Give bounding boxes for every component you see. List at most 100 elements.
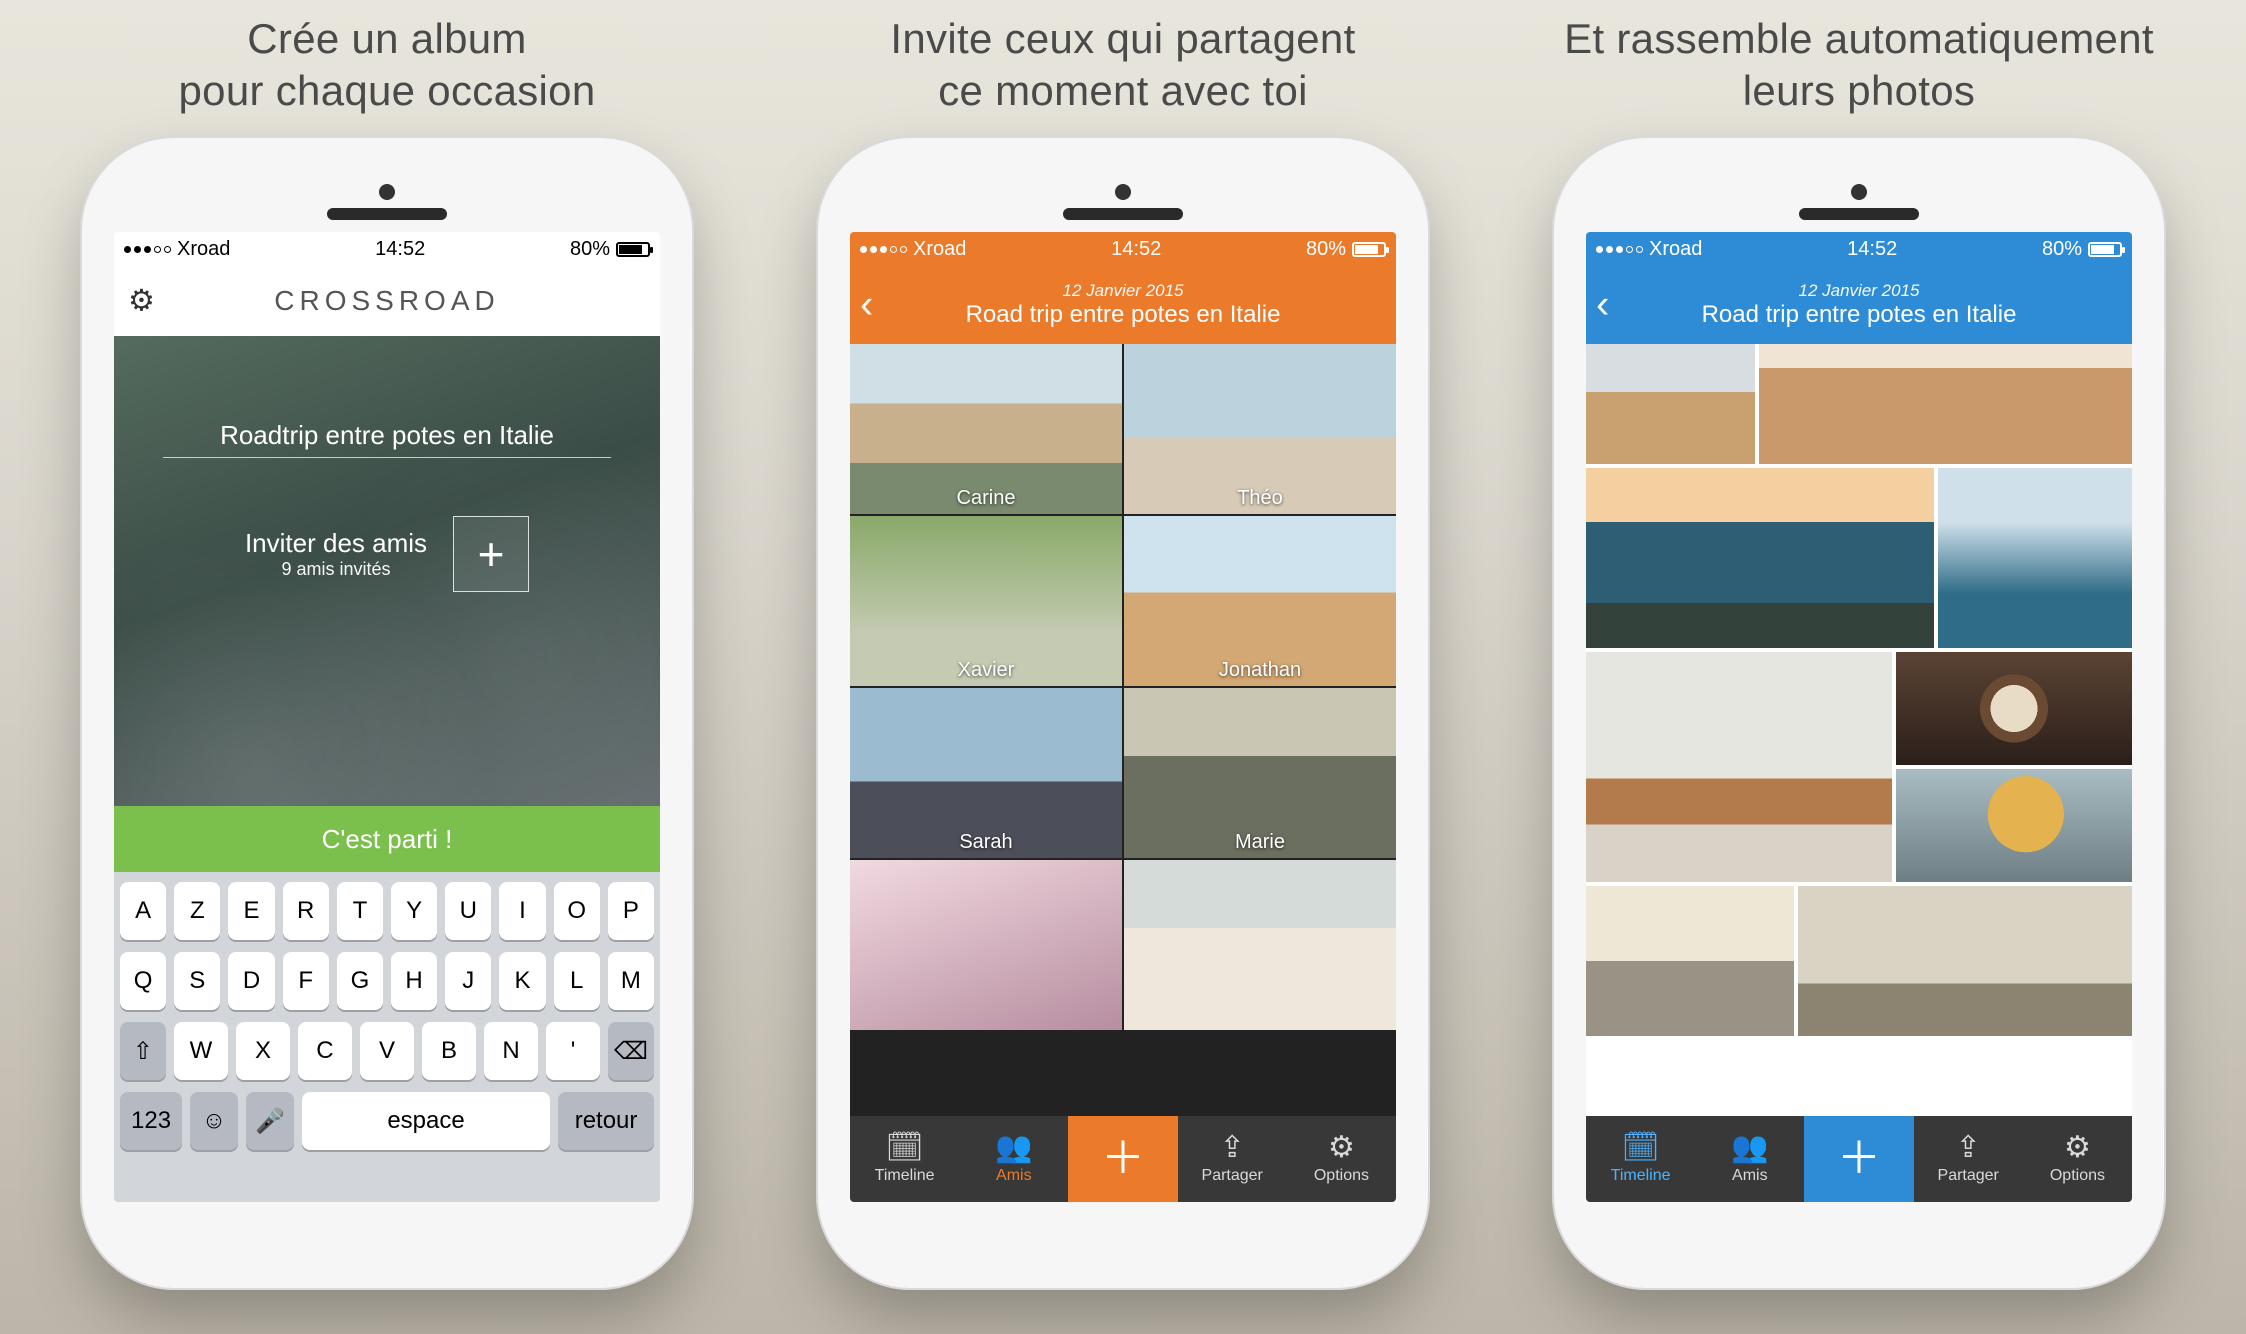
key[interactable]: ' xyxy=(546,1022,600,1080)
photo-tile[interactable] xyxy=(1938,468,2132,648)
numbers-key[interactable]: 123 xyxy=(120,1092,182,1150)
key[interactable]: M xyxy=(608,952,654,1010)
screen-create-album: Xroad 14:52 80% ⚙ CROSSROAD Roadtrip ent… xyxy=(114,232,660,1202)
tab-bar: 🗓Timeline 👥Amis ＋ ⇪Partager ⚙Options xyxy=(850,1116,1396,1202)
friends-grid[interactable]: Carine Théo Xavier Jonathan Sarah Marie xyxy=(850,344,1396,1116)
backspace-key[interactable]: ⌫ xyxy=(608,1022,654,1080)
status-bar: Xroad 14:52 80% xyxy=(850,232,1396,266)
photo-tile[interactable] xyxy=(1586,652,1892,882)
key[interactable]: P xyxy=(608,882,654,940)
key[interactable]: U xyxy=(445,882,491,940)
promo-panel-3: Et rassemble automatiquement leurs photo… xyxy=(1519,10,2199,1334)
photo-tile[interactable] xyxy=(1896,652,2132,882)
photo-tile[interactable] xyxy=(1586,468,1934,648)
friends-icon: 👥 xyxy=(995,1133,1032,1163)
key[interactable]: D xyxy=(228,952,274,1010)
tab-options[interactable]: ⚙Options xyxy=(2023,1116,2132,1202)
promo-text-2: Invite ceux qui partagent ce moment avec… xyxy=(890,10,1355,120)
key[interactable]: J xyxy=(445,952,491,1010)
screen-photo-timeline: Xroad 14:52 80% ‹ 12 Janvier 2015 Road t… xyxy=(1586,232,2132,1202)
key[interactable]: W xyxy=(174,1022,228,1080)
key[interactable]: R xyxy=(283,882,329,940)
key[interactable]: F xyxy=(283,952,329,1010)
battery-label: 80% xyxy=(2042,238,2082,261)
carrier-label: Xroad xyxy=(1649,238,1702,261)
app-title: CROSSROAD xyxy=(274,285,499,317)
tab-bar: 🗓Timeline 👥Amis ＋ ⇪Partager ⚙Options xyxy=(1586,1116,2132,1202)
key[interactable]: B xyxy=(422,1022,476,1080)
friend-tile[interactable] xyxy=(850,860,1122,1030)
key[interactable]: G xyxy=(337,952,383,1010)
key[interactable]: L xyxy=(554,952,600,1010)
shift-key[interactable]: ⇧ xyxy=(120,1022,166,1080)
key[interactable]: Q xyxy=(120,952,166,1010)
promo-text-3: Et rassemble automatiquement leurs photo… xyxy=(1564,10,2154,120)
return-key[interactable]: retour xyxy=(558,1092,654,1150)
album-date: 12 Janvier 2015 xyxy=(1799,281,1920,301)
key[interactable]: O xyxy=(554,882,600,940)
key[interactable]: H xyxy=(391,952,437,1010)
timeline-icon: 🗓 xyxy=(886,1133,924,1163)
tab-amis[interactable]: 👥Amis xyxy=(959,1116,1068,1202)
tab-add[interactable]: ＋ xyxy=(1804,1116,1913,1202)
key[interactable]: K xyxy=(499,952,545,1010)
album-name-input[interactable]: Roadtrip entre potes en Italie xyxy=(163,414,611,458)
phone-frame: Xroad 14:52 80% ⚙ CROSSROAD Roadtrip ent… xyxy=(82,138,692,1288)
promo-text-1: Crée un album pour chaque occasion xyxy=(179,10,596,120)
photo-tile[interactable] xyxy=(1798,886,2132,1036)
nav-bar: ‹ 12 Janvier 2015 Road trip entre potes … xyxy=(850,266,1396,344)
emoji-key[interactable]: ☺ xyxy=(190,1092,238,1150)
space-key[interactable]: espace xyxy=(302,1092,550,1150)
back-icon[interactable]: ‹ xyxy=(1596,283,1609,328)
photo-tile[interactable] xyxy=(1759,344,2132,464)
plus-icon: ＋ xyxy=(1837,1137,1881,1181)
key[interactable]: Y xyxy=(391,882,437,940)
gear-icon: ⚙ xyxy=(2064,1133,2091,1163)
friend-tile[interactable]: Carine xyxy=(850,344,1122,514)
key[interactable]: N xyxy=(484,1022,538,1080)
friend-tile[interactable]: Théo xyxy=(1124,344,1396,514)
phone-frame: Xroad 14:52 80% ‹ 12 Janvier 2015 Road t… xyxy=(1554,138,2164,1288)
key[interactable]: C xyxy=(298,1022,352,1080)
key[interactable]: S xyxy=(174,952,220,1010)
app-header: ⚙ CROSSROAD xyxy=(114,266,660,336)
tab-partager[interactable]: ⇪Partager xyxy=(1178,1116,1287,1202)
key[interactable]: V xyxy=(360,1022,414,1080)
tab-timeline[interactable]: 🗓Timeline xyxy=(850,1116,959,1202)
album-title: Road trip entre potes en Italie xyxy=(1702,301,2017,329)
friend-tile[interactable]: Jonathan xyxy=(1124,516,1396,686)
promo-panel-2: Invite ceux qui partagent ce moment avec… xyxy=(783,10,1463,1334)
start-button[interactable]: C'est parti ! xyxy=(114,806,660,872)
carrier-label: Xroad xyxy=(177,238,230,261)
friend-tile[interactable]: Marie xyxy=(1124,688,1396,858)
key[interactable]: I xyxy=(499,882,545,940)
add-person-icon: ＋ xyxy=(1101,1137,1145,1181)
key[interactable]: E xyxy=(228,882,274,940)
friend-tile[interactable] xyxy=(1124,860,1396,1030)
share-icon: ⇪ xyxy=(1220,1133,1245,1163)
tab-options[interactable]: ⚙Options xyxy=(1287,1116,1396,1202)
photo-tile[interactable] xyxy=(1586,886,1794,1036)
key[interactable]: Z xyxy=(174,882,220,940)
mic-key[interactable]: 🎤 xyxy=(246,1092,294,1150)
back-icon[interactable]: ‹ xyxy=(860,283,873,328)
battery-label: 80% xyxy=(570,238,610,261)
tab-amis[interactable]: 👥Amis xyxy=(1695,1116,1804,1202)
invite-add-button[interactable]: + xyxy=(453,516,529,592)
key[interactable]: X xyxy=(236,1022,290,1080)
tab-timeline[interactable]: 🗓Timeline xyxy=(1586,1116,1695,1202)
friend-tile[interactable]: Xavier xyxy=(850,516,1122,686)
tab-add[interactable]: ＋ xyxy=(1068,1116,1177,1202)
tab-partager[interactable]: ⇪Partager xyxy=(1914,1116,2023,1202)
key[interactable]: T xyxy=(337,882,383,940)
carrier-label: Xroad xyxy=(913,238,966,261)
invite-subtitle: 9 amis invités xyxy=(245,559,427,580)
key[interactable]: A xyxy=(120,882,166,940)
friend-tile[interactable]: Sarah xyxy=(850,688,1122,858)
photo-tile[interactable] xyxy=(1586,344,1755,464)
keyboard[interactable]: A Z E R T Y U I O P Q S D xyxy=(114,872,660,1202)
photo-grid[interactable] xyxy=(1586,344,2132,1116)
status-time: 14:52 xyxy=(1111,238,1161,261)
invite-title: Inviter des amis xyxy=(245,528,427,559)
settings-icon[interactable]: ⚙ xyxy=(128,284,155,319)
